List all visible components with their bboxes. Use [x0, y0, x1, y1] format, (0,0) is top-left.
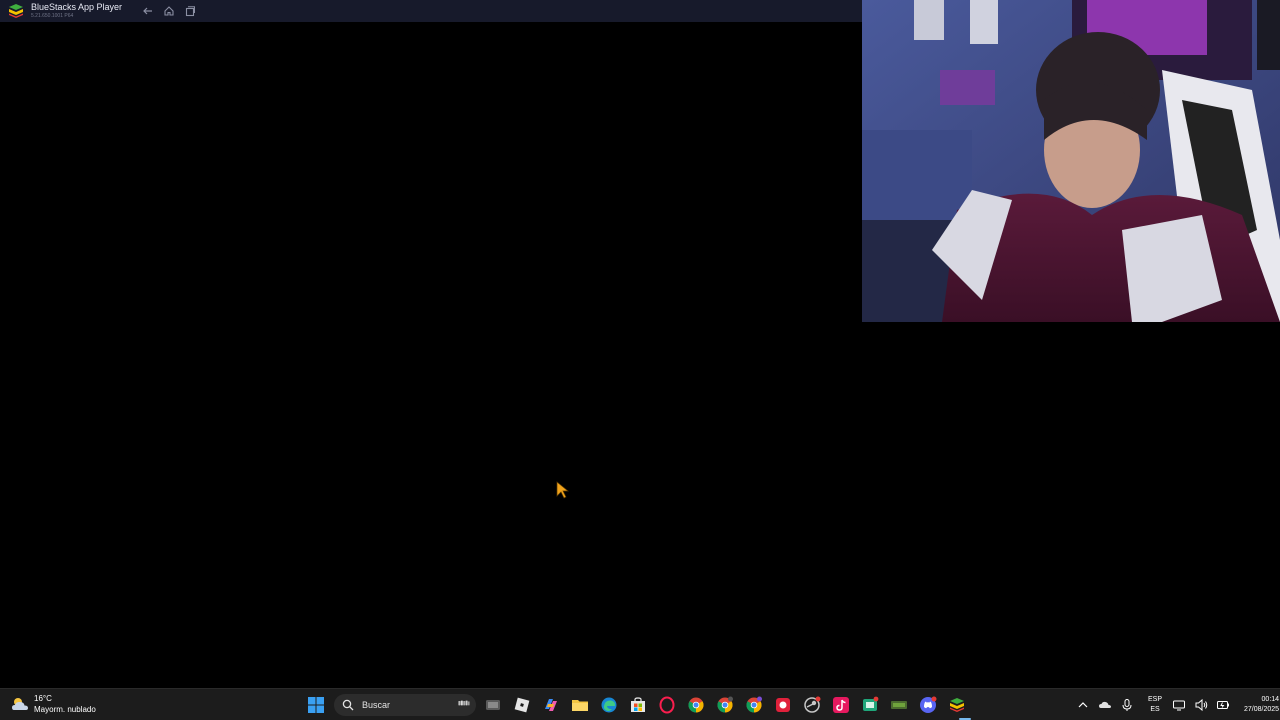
chrome-icon: [688, 697, 704, 713]
search-highlight-art-icon: [458, 700, 470, 706]
taskbar-app-opera-gx[interactable]: [656, 694, 678, 716]
search-placeholder: Buscar: [362, 700, 391, 710]
nvidia-icon: [891, 701, 907, 709]
language-line-1: ESP: [1148, 696, 1163, 703]
clock-time: 00:14: [1261, 696, 1280, 703]
speaker-icon: [1195, 698, 1208, 712]
network-icon: [1173, 700, 1186, 711]
roblox-icon: [514, 697, 530, 713]
task-view-icon: [486, 700, 500, 710]
steam-icon: [804, 696, 821, 713]
opera-gx-icon: [659, 696, 675, 714]
system-tray: ESP ES 00:14 27/08/2025: [1076, 692, 1279, 718]
language-line-2: ES: [1150, 706, 1160, 713]
bluestacks-icon: [950, 698, 964, 712]
chrome-profile-2-icon: [746, 696, 762, 713]
taskbar-clock[interactable]: 00:14 27/08/2025: [1244, 695, 1279, 715]
chevron-up-icon: [1078, 702, 1088, 708]
taskbar-search-box[interactable]: Buscar: [334, 694, 476, 716]
taskbar-app-chrome-profile-2[interactable]: [743, 694, 765, 716]
title-nav: [142, 5, 196, 17]
app-version: 5.21.650.1001 P64: [31, 13, 74, 19]
record-app-icon: [776, 698, 790, 712]
taskbar-app-file-explorer[interactable]: [569, 694, 591, 716]
bluestacks-logo-icon: [9, 4, 23, 18]
android-viewport[interactable]: [0, 22, 862, 688]
volume-tray-button[interactable]: [1194, 698, 1208, 712]
windows-start-button[interactable]: [305, 694, 327, 716]
tiktok-icon: [833, 697, 849, 713]
microphone-tray-button[interactable]: [1120, 698, 1134, 712]
taskbar-app-record[interactable]: [772, 694, 794, 716]
microphone-icon: [1122, 699, 1132, 711]
taskbar-app-capture[interactable]: [859, 694, 881, 716]
cloudy-weather-icon: [12, 698, 28, 710]
taskbar-app-chrome-profile[interactable]: [714, 694, 736, 716]
weather-text: 16°C Mayorm. nublado: [34, 693, 96, 715]
weather-widget[interactable]: 16°C Mayorm. nublado: [10, 693, 96, 715]
taskbar-app-nvidia[interactable]: [888, 694, 910, 716]
title-block: BlueStacks App Player 5.21.650.1001 P64: [31, 3, 122, 19]
taskbar-app-discord[interactable]: [917, 694, 939, 716]
back-icon[interactable]: [142, 5, 154, 17]
taskbar-app-tiktok[interactable]: [830, 694, 852, 716]
file-explorer-icon: [572, 700, 588, 711]
windows-start-icon: [308, 697, 324, 713]
edge-icon: [601, 697, 617, 713]
taskbar-app-roblox[interactable]: [511, 694, 533, 716]
weather-temperature: 16°C: [34, 694, 52, 703]
bluestacks-title-bar: BlueStacks App Player 5.21.650.1001 P64: [0, 0, 862, 22]
network-tray-button[interactable]: [1172, 698, 1186, 712]
cloud-sync-icon: [1099, 701, 1111, 708]
taskbar-app-bluestacks[interactable]: [946, 694, 968, 716]
taskbar-center: Buscar: [305, 692, 975, 718]
webcam-overlay: [862, 0, 1280, 322]
battery-icon: [1217, 701, 1230, 709]
app-title: BlueStacks App Player: [31, 2, 123, 12]
copilot-icon: [545, 699, 557, 711]
multi-instance-icon[interactable]: [184, 5, 196, 17]
discord-icon: [920, 696, 937, 713]
taskbar-app-microsoft-store[interactable]: [627, 694, 649, 716]
taskbar-app-steam[interactable]: [801, 694, 823, 716]
search-icon: [342, 699, 354, 711]
task-view-button[interactable]: [482, 694, 504, 716]
weather-condition: Mayorm. nublado: [34, 705, 96, 714]
taskbar-app-edge[interactable]: [598, 694, 620, 716]
chrome-profile-icon: [717, 696, 733, 713]
onedrive-tray-button[interactable]: [1098, 698, 1112, 712]
language-indicator[interactable]: ESP ES: [1148, 695, 1162, 715]
battery-saver-tray-button[interactable]: [1216, 698, 1230, 712]
show-hidden-icons-button[interactable]: [1076, 698, 1090, 712]
windows-taskbar: 16°C Mayorm. nublado Buscar ESP ES 00:14…: [0, 688, 1280, 720]
microsoft-store-icon: [631, 697, 645, 712]
mouse-cursor-icon: [556, 481, 569, 499]
capture-app-icon: [863, 696, 879, 711]
home-icon[interactable]: [163, 5, 175, 17]
webcam-feed-image: [862, 0, 1280, 322]
taskbar-app-copilot[interactable]: [540, 694, 562, 716]
clock-date: 27/08/2025: [1244, 706, 1280, 713]
taskbar-app-chrome[interactable]: [685, 694, 707, 716]
